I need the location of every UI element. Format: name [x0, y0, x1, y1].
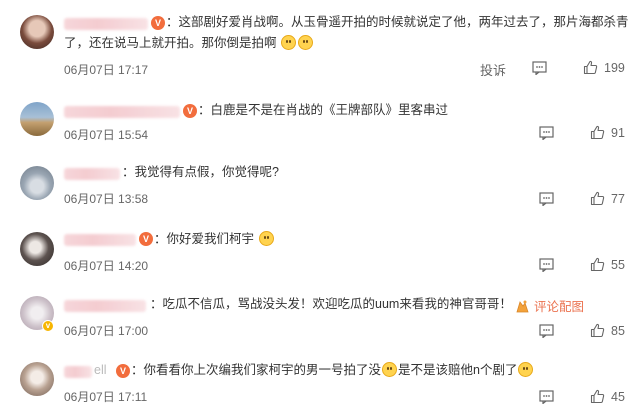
like-button[interactable]: 91	[590, 125, 625, 140]
comment-time: 06月07日 14:20	[64, 259, 149, 273]
like-button[interactable]: 85	[590, 323, 625, 338]
username[interactable]	[64, 18, 148, 30]
avatar[interactable]	[20, 362, 54, 396]
comment-text: ：你好爱我们柯宇	[154, 229, 275, 250]
comment-text: ：你看看你上次编我们家柯宇的男一号拍了没 是不是该赔他n个剧了	[131, 360, 534, 381]
like-icon	[583, 60, 598, 75]
comment-text-cont: 了，还在说马上就开拍。那你倒是拍啊	[64, 33, 314, 54]
member-badge-icon: V	[116, 364, 130, 378]
like-count: 199	[604, 60, 625, 75]
member-badge-icon: V	[139, 232, 153, 246]
username[interactable]	[64, 300, 146, 312]
image-icon	[516, 300, 529, 312]
username-suffix[interactable]: ell	[94, 360, 107, 381]
like-icon	[590, 191, 605, 206]
comment-item: V ：白鹿是不是在肖战的《王牌部队》里客串过 06月07日 15:54 91	[0, 92, 640, 156]
verified-badge-icon: v	[42, 320, 54, 332]
like-icon	[590, 323, 605, 338]
emoji-icon	[518, 362, 534, 377]
comment-text: ：吃瓜不信瓜，骂战没头发！欢迎吃瓜的uum来看我的神官哥哥！	[150, 297, 512, 311]
comment-item: ell V ：你看看你上次编我们家柯宇的男一号拍了没 是不是该赔他n个剧了 06月…	[0, 350, 640, 419]
comment-time: 06月07日 17:00	[64, 324, 149, 338]
comment-time: 06月07日 15:54	[64, 128, 149, 142]
like-button[interactable]: 77	[590, 191, 625, 206]
comment-icon	[539, 324, 554, 338]
reply-button[interactable]	[539, 258, 554, 272]
reply-button[interactable]	[539, 126, 554, 140]
comment-icon	[539, 192, 554, 206]
comment-icon	[539, 390, 554, 404]
reply-button[interactable]	[539, 192, 554, 206]
username[interactable]	[64, 168, 120, 180]
comment-item: V ：这部剧好爱肖战啊。从玉骨遥开拍的时候就说定了他，两年过去了，那片海都杀青 …	[0, 0, 640, 92]
comment-time: 06月07日 13:58	[64, 192, 149, 206]
emoji-grin-icon	[298, 35, 313, 50]
username[interactable]	[64, 106, 180, 118]
comment-time: 06月07日 17:11	[64, 390, 148, 404]
avatar[interactable]	[20, 15, 54, 49]
member-badge-icon: V	[151, 16, 165, 30]
like-count: 45	[611, 389, 625, 404]
report-button[interactable]: 投诉	[480, 60, 506, 79]
comment-text: ：我觉得有点假，你觉得呢?	[122, 165, 279, 179]
reply-button[interactable]	[539, 324, 554, 338]
avatar[interactable]	[20, 232, 54, 266]
like-count: 85	[611, 323, 625, 338]
avatar[interactable]	[20, 102, 54, 136]
like-count: 55	[611, 257, 625, 272]
like-button[interactable]: 45	[590, 389, 625, 404]
comment-item: v ：吃瓜不信瓜，骂战没头发！欢迎吃瓜的uum来看我的神官哥哥！ 评论配图 06…	[0, 284, 640, 350]
username[interactable]	[64, 366, 92, 378]
comment-text: ：白鹿是不是在肖战的《王牌部队》里客串过	[198, 103, 449, 117]
like-count: 91	[611, 125, 625, 140]
comment-icon	[539, 126, 554, 140]
like-button[interactable]: 199	[583, 60, 625, 75]
comment-icon	[539, 258, 554, 272]
emoji-cry-icon	[258, 231, 274, 246]
comment-image-link[interactable]: 评论配图	[515, 296, 584, 315]
comment-item: V ：你好爱我们柯宇 06月07日 14:20 55	[0, 220, 640, 284]
like-icon	[590, 389, 605, 404]
like-count: 77	[611, 191, 625, 206]
username[interactable]	[64, 234, 136, 246]
member-badge-icon: V	[183, 104, 197, 118]
like-icon	[590, 125, 605, 140]
comment-item: ：我觉得有点假，你觉得呢? 06月07日 13:58 77	[0, 156, 640, 220]
avatar[interactable]	[20, 166, 54, 200]
reply-button[interactable]	[539, 390, 554, 404]
comment-icon	[532, 61, 547, 75]
emoji-grin-icon	[281, 35, 296, 50]
emoji-icon	[382, 362, 398, 377]
like-button[interactable]: 55	[590, 257, 625, 272]
like-icon	[590, 257, 605, 272]
reply-button[interactable]	[532, 61, 547, 75]
comment-text: ：这部剧好爱肖战啊。从玉骨遥开拍的时候就说定了他，两年过去了，那片海都杀青	[166, 15, 629, 29]
comment-time: 06月07日 17:17	[64, 63, 149, 77]
